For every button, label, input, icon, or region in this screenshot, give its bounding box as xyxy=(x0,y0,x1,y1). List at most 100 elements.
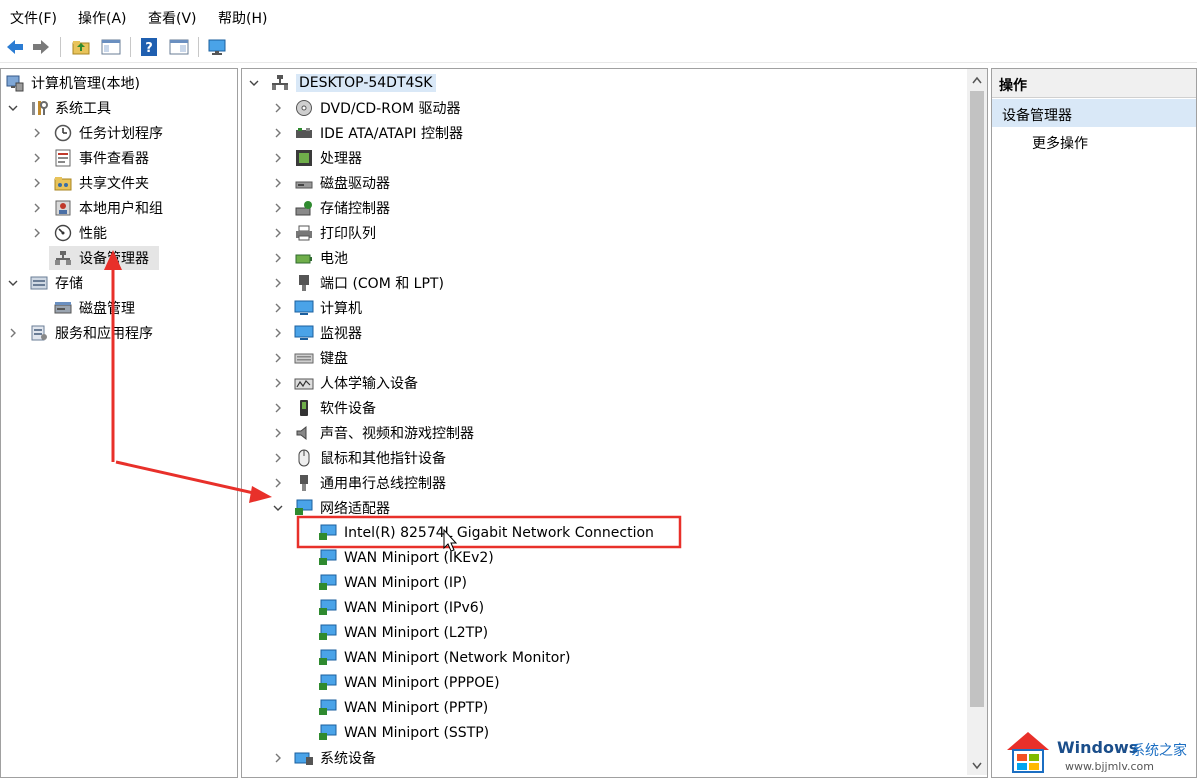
adapter-wan-pppoe[interactable]: WAN Miniport (PPPOE) xyxy=(318,671,500,695)
chevron-right-icon[interactable] xyxy=(272,177,284,189)
watermark-cn: 系统之家 xyxy=(1131,743,1187,759)
category-computer[interactable]: 计算机 xyxy=(272,296,362,320)
network-adapter-icon xyxy=(318,524,338,542)
scroll-up-icon[interactable] xyxy=(971,73,983,89)
more-actions-link[interactable]: 更多操作 xyxy=(1032,133,1088,153)
chevron-right-icon[interactable] xyxy=(272,127,284,139)
monitor-icon[interactable] xyxy=(206,36,228,58)
chevron-right-icon[interactable] xyxy=(272,277,284,289)
chevron-right-icon[interactable] xyxy=(31,202,43,214)
adapter-label: WAN Miniport (SSTP) xyxy=(344,725,490,741)
chevron-right-icon[interactable] xyxy=(272,327,284,339)
adapter-wan-pptp[interactable]: WAN Miniport (PPTP) xyxy=(318,696,488,720)
chevron-right-icon[interactable] xyxy=(272,302,284,314)
ide-controller-icon xyxy=(294,124,314,142)
tree-item-event-viewer[interactable]: 事件查看器 xyxy=(31,146,149,170)
adapter-wan-sstp[interactable]: WAN Miniport (SSTP) xyxy=(318,721,489,745)
tree-item-performance[interactable]: 性能 xyxy=(31,221,107,245)
keyboard-icon xyxy=(294,349,314,367)
tree-item-services-apps[interactable]: 服务和应用程序 xyxy=(7,321,153,345)
menu-help[interactable]: 帮助(H) xyxy=(218,8,267,28)
category-software-devices[interactable]: 软件设备 xyxy=(272,396,376,420)
chevron-right-icon[interactable] xyxy=(272,752,284,764)
category-system-devices[interactable]: 系统设备 xyxy=(272,746,376,770)
properties-view-icon[interactable] xyxy=(168,36,190,58)
up-folder-icon[interactable] xyxy=(70,36,92,58)
chevron-down-icon[interactable] xyxy=(248,77,260,89)
category-sound[interactable]: 声音、视频和游戏控制器 xyxy=(272,421,474,445)
adapter-wan-ip[interactable]: WAN Miniport (IP) xyxy=(318,571,467,595)
category-battery[interactable]: 电池 xyxy=(272,246,348,270)
watermark: Windows 系统之家 www.bjjmlv.com xyxy=(1005,730,1195,776)
category-mice[interactable]: 鼠标和其他指针设备 xyxy=(272,446,446,470)
category-usb[interactable]: 通用串行总线控制器 xyxy=(272,471,446,495)
scrollbar-thumb[interactable] xyxy=(970,91,984,707)
tree-item-device-manager[interactable]: 设备管理器 xyxy=(49,246,159,270)
tree-item-local-users[interactable]: 本地用户和组 xyxy=(31,196,163,220)
adapter-intel[interactable]: Intel(R) 82574L Gigabit Network Connecti… xyxy=(318,521,654,545)
forward-icon[interactable] xyxy=(30,36,52,58)
help-icon[interactable]: ? xyxy=(138,36,160,58)
category-label: 处理器 xyxy=(320,151,362,167)
chevron-right-icon[interactable] xyxy=(272,427,284,439)
category-label: 人体学输入设备 xyxy=(320,376,418,392)
tree-root[interactable]: 计算机管理(本地) xyxy=(5,71,140,95)
chevron-right-icon[interactable] xyxy=(272,202,284,214)
tree-item-label: 性能 xyxy=(79,226,107,242)
tree-item-storage[interactable]: 存储 xyxy=(7,271,83,295)
chevron-right-icon[interactable] xyxy=(272,352,284,364)
chevron-right-icon[interactable] xyxy=(272,227,284,239)
chevron-right-icon[interactable] xyxy=(272,252,284,264)
menu-view[interactable]: 查看(V) xyxy=(148,8,197,28)
chevron-right-icon[interactable] xyxy=(7,327,19,339)
show-hide-tree-icon[interactable] xyxy=(100,36,122,58)
adapter-wan-ipv6[interactable]: WAN Miniport (IPv6) xyxy=(318,596,484,620)
category-disk-drives[interactable]: 磁盘驱动器 xyxy=(272,171,390,195)
tree-item-system-tools[interactable]: 系统工具 xyxy=(7,96,111,120)
category-storage-controllers[interactable]: 存储控制器 xyxy=(272,196,390,220)
actions-device-manager[interactable]: 设备管理器 xyxy=(992,99,1196,127)
back-icon[interactable] xyxy=(4,36,26,58)
chevron-down-icon[interactable] xyxy=(7,277,19,289)
category-print-queues[interactable]: 打印队列 xyxy=(272,221,376,245)
menu-action[interactable]: 操作(A) xyxy=(78,8,127,28)
tree-item-disk-management[interactable]: 磁盘管理 xyxy=(53,296,135,320)
device-root[interactable]: DESKTOP-54DT4SK xyxy=(248,71,436,95)
tree-item-shared-folders[interactable]: 共享文件夹 xyxy=(31,171,149,195)
adapter-wan-l2tp[interactable]: WAN Miniport (L2TP) xyxy=(318,621,488,645)
scroll-down-icon[interactable] xyxy=(971,759,983,775)
category-network-adapters[interactable]: 网络适配器 xyxy=(272,496,390,520)
chevron-right-icon[interactable] xyxy=(272,452,284,464)
tree-item-task-scheduler[interactable]: 任务计划程序 xyxy=(31,121,163,145)
battery-icon xyxy=(294,249,314,267)
chevron-right-icon[interactable] xyxy=(272,477,284,489)
vertical-scrollbar[interactable] xyxy=(967,69,987,775)
chevron-down-icon[interactable] xyxy=(7,102,19,114)
category-dvd[interactable]: DVD/CD-ROM 驱动器 xyxy=(272,96,461,120)
category-processor[interactable]: 处理器 xyxy=(272,146,362,170)
category-ide[interactable]: IDE ATA/ATAPI 控制器 xyxy=(272,121,463,145)
menu-file[interactable]: 文件(F) xyxy=(10,8,57,28)
chevron-right-icon[interactable] xyxy=(31,127,43,139)
actions-header: 操作 xyxy=(992,69,1196,98)
adapter-wan-ikev2[interactable]: WAN Miniport (IKEv2) xyxy=(318,546,494,570)
chevron-right-icon[interactable] xyxy=(31,152,43,164)
chevron-down-icon[interactable] xyxy=(272,502,284,514)
chevron-right-icon[interactable] xyxy=(31,177,43,189)
chevron-right-icon[interactable] xyxy=(31,227,43,239)
shared-folder-icon xyxy=(53,174,73,192)
category-hid[interactable]: 人体学输入设备 xyxy=(272,371,418,395)
services-icon xyxy=(29,324,49,342)
adapter-wan-network-monitor[interactable]: WAN Miniport (Network Monitor) xyxy=(318,646,571,670)
chevron-right-icon[interactable] xyxy=(272,402,284,414)
category-keyboards[interactable]: 键盘 xyxy=(272,346,348,370)
tree-item-label: 任务计划程序 xyxy=(79,126,163,142)
network-adapter-icon xyxy=(318,699,338,717)
category-ports[interactable]: 端口 (COM 和 LPT) xyxy=(272,271,444,295)
category-monitors[interactable]: 监视器 xyxy=(272,321,362,345)
chevron-right-icon[interactable] xyxy=(272,102,284,114)
category-label: 鼠标和其他指针设备 xyxy=(320,451,446,467)
computer-management-icon xyxy=(5,74,25,92)
chevron-right-icon[interactable] xyxy=(272,377,284,389)
chevron-right-icon[interactable] xyxy=(272,152,284,164)
